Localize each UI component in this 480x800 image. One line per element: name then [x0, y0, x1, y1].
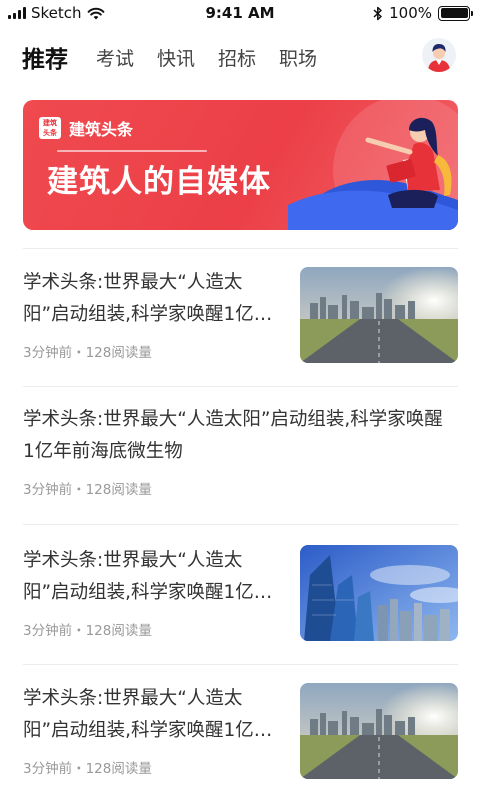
battery-percent: 100% — [389, 4, 432, 22]
user-avatar-icon — [422, 38, 456, 72]
article-title: 学术头条:世界最大“人造太阳”启动组装,科学家唤醒1亿年前海底微生物 — [23, 688, 273, 741]
article-meta: 3分钟前・128阅读量 — [23, 482, 152, 498]
divider — [23, 386, 458, 387]
banner-divider — [57, 150, 207, 152]
tab-bidding[interactable]: 招标 — [218, 44, 256, 71]
tab-exam[interactable]: 考试 — [96, 44, 134, 71]
battery-icon — [438, 5, 473, 21]
article-title: 学术头条:世界最大“人造太阳”启动组装,科学家唤醒1亿年前海底微生物 — [23, 409, 443, 462]
divider — [23, 524, 458, 525]
battery-fill — [440, 8, 468, 18]
status-bar: Sketch 9:41 AM 100% — [0, 0, 480, 26]
tab-recommended[interactable]: 推荐 — [22, 40, 68, 74]
divider — [23, 664, 458, 665]
brand-logo: 建筑 头条 — [39, 117, 61, 139]
banner-brand-name: 建筑头条 — [69, 120, 134, 139]
tab-career[interactable]: 职场 — [279, 44, 317, 71]
banner-headline: 建筑人的自媒体 — [47, 164, 271, 200]
category-tabs: 推荐 考试 快讯 招标 职场 — [22, 40, 340, 74]
article-thumbnail — [300, 683, 458, 779]
banner-illustration — [288, 100, 458, 230]
tab-news-flash[interactable]: 快讯 — [157, 44, 195, 71]
blue-skyscrapers-image — [300, 545, 458, 641]
article-item[interactable]: 学术头条:世界最大“人造太阳”启动组装,科学家唤醒1亿年前海底微生物 3分钟前・… — [23, 545, 458, 641]
bluetooth-icon — [373, 6, 382, 20]
sunset-road-city-image — [300, 267, 458, 363]
status-right: 100% — [373, 4, 473, 22]
divider — [23, 248, 458, 249]
article-thumbnail — [300, 267, 458, 363]
article-item[interactable]: 学术头条:世界最大“人造太阳”启动组装,科学家唤醒1亿年前海底微生物 3分钟前・… — [23, 404, 458, 498]
article-item[interactable]: 学术头条:世界最大“人造太阳”启动组装,科学家唤醒1亿年前海底微生物 3分钟前・… — [23, 267, 458, 363]
article-title: 学术头条:世界最大“人造太阳”启动组装,科学家唤醒1亿年前海底微生物 — [23, 272, 273, 325]
banner-brand: 建筑 头条 建筑头条 — [39, 116, 133, 140]
avatar[interactable] — [422, 38, 456, 72]
promo-banner[interactable]: 建筑 头条 建筑头条 建筑人的自媒体 — [23, 100, 458, 230]
sunset-road-city-image — [300, 683, 458, 779]
article-item[interactable]: 学术头条:世界最大“人造太阳”启动组装,科学家唤醒1亿年前海底微生物 3分钟前・… — [23, 683, 458, 779]
article-title: 学术头条:世界最大“人造太阳”启动组装,科学家唤醒1亿年前海底微生物 — [23, 550, 273, 603]
article-thumbnail — [300, 545, 458, 641]
